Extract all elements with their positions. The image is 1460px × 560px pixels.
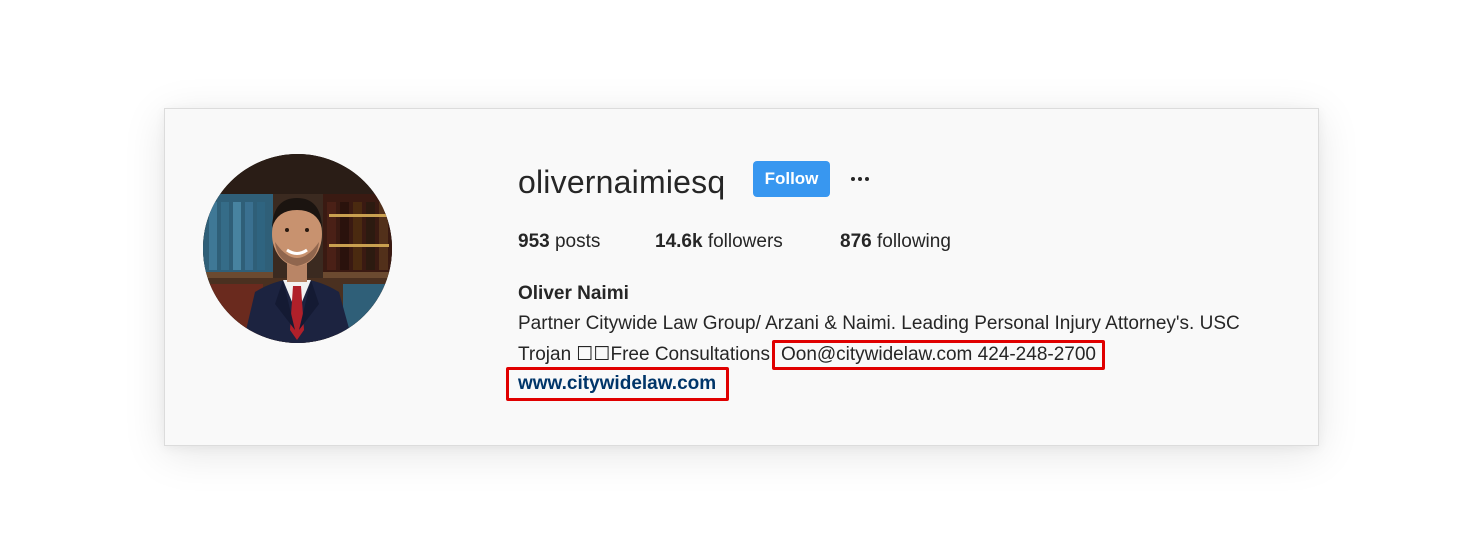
dot-icon (865, 177, 869, 181)
followers-label: followers (707, 231, 783, 252)
bio-line-2: Trojan ☐☐Free Consultations Oon@citywidel… (518, 340, 1105, 370)
posts-count: 953 (518, 231, 550, 252)
posts-stat: 953 posts (518, 231, 600, 253)
profile-card: olivernaimiesq Follow 953 posts 14.6k fo… (164, 108, 1319, 446)
profile-username: olivernaimiesq (518, 164, 726, 200)
bio-contact-highlight: Oon@citywidelaw.com 424-248-2700 (771, 340, 1105, 370)
following-count: 876 (840, 231, 872, 252)
profile-avatar[interactable] (203, 154, 392, 343)
bio-line-1: Partner Citywide Law Group/ Arzani & Nai… (518, 313, 1240, 334)
following-label: following (876, 231, 951, 252)
following-stat[interactable]: 876 following (840, 231, 951, 253)
dot-icon (851, 177, 855, 181)
followers-count: 14.6k (655, 231, 703, 252)
posts-label: posts (554, 231, 601, 252)
dot-icon (858, 177, 862, 181)
more-options-icon[interactable] (846, 165, 874, 193)
bio-line-2-text: Trojan ☐☐Free Consultations (518, 344, 770, 365)
follow-button[interactable]: Follow (753, 161, 830, 197)
avatar-photo (203, 154, 392, 343)
profile-full-name: Oliver Naimi (518, 283, 629, 304)
profile-website-link[interactable]: www.citywidelaw.com (506, 367, 730, 401)
followers-stat[interactable]: 14.6k followers (655, 231, 783, 253)
